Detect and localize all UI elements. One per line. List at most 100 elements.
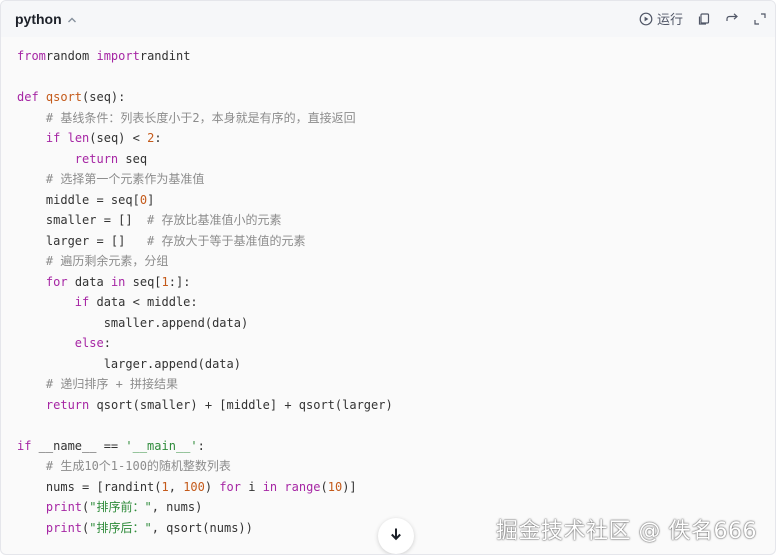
code-line: # 选择第一个元素作为基准值	[17, 169, 393, 190]
code-token: for	[219, 479, 242, 494]
code-line: if len(seq) < 2:	[17, 128, 393, 149]
code-token: (seq) <	[89, 131, 148, 145]
code-line: if __name__ == '__main__':	[17, 436, 393, 457]
code-token: 1	[161, 479, 169, 494]
code-token: for	[45, 274, 68, 289]
code-token: ]	[147, 192, 155, 207]
code-token: nums = [randint(	[17, 479, 162, 494]
arrow-return-icon	[725, 12, 739, 26]
insert-button[interactable]	[725, 12, 739, 26]
code-token: i	[241, 479, 263, 494]
code-token: return	[74, 151, 119, 166]
code-token: if	[74, 295, 90, 309]
code-token: "排序后："	[89, 520, 152, 535]
code-token: '__main__'	[125, 438, 198, 453]
code-line: fromrandom importrandint	[17, 46, 393, 67]
code-line: larger = [] # 存放大于等于基准值的元素	[17, 231, 393, 252]
watermark: 掘金技术社区 @ 佚名666	[496, 519, 757, 544]
code-token: in	[110, 274, 126, 289]
code-line: # 递归排序 + 拼接结果	[17, 374, 393, 395]
chevron-up-icon	[66, 13, 78, 25]
code-token: # 生成10个1-100的随机整数列表	[45, 459, 231, 473]
language-toggle[interactable]: python	[15, 11, 78, 27]
language-label: python	[15, 11, 62, 27]
code-token: qsort	[45, 90, 83, 104]
code-token: :]:	[168, 274, 191, 289]
code-line: return seq	[17, 149, 393, 170]
code-token: # 选择第一个元素作为基准值	[45, 172, 205, 186]
code-token: "排序前："	[89, 500, 152, 514]
code-token: if	[17, 438, 32, 453]
code-line: return qsort(smaller) + [middle] + qsort…	[17, 395, 393, 416]
run-button[interactable]: 运行	[639, 9, 683, 28]
code-token: )]	[342, 479, 357, 494]
code-token: :	[197, 438, 205, 453]
code-token: # 递归排序 + 拼接结果	[45, 377, 179, 391]
code-line: print("排序前：", nums)	[17, 497, 393, 518]
code-line: smaller.append(data)	[17, 313, 393, 334]
code-token: ,	[168, 479, 184, 494]
arrow-down-icon	[388, 526, 404, 547]
code-token: , nums)	[151, 500, 203, 514]
code-token: return	[45, 397, 90, 412]
code-line: if data < middle:	[17, 292, 393, 313]
code-token: seq	[118, 151, 148, 166]
code-token: # 存放大于等于基准值的元素	[147, 233, 306, 248]
code-token: (seq):	[82, 90, 126, 104]
code-token: , qsort(nums))	[151, 520, 253, 535]
code-token: data	[67, 274, 111, 289]
play-circle-icon	[639, 12, 653, 26]
code-token: :	[154, 131, 162, 145]
code-line: nums = [randint(1, 100) for i in range(1…	[17, 477, 393, 498]
code-token: smaller.append(data)	[17, 315, 249, 330]
expand-corner-icon	[753, 12, 767, 26]
scroll-down-button[interactable]	[378, 518, 414, 554]
copy-icon	[697, 12, 711, 26]
code-token: middle = seq[	[17, 192, 140, 207]
code-token: :	[103, 336, 111, 350]
code-token: from	[17, 49, 46, 63]
code-token: else	[74, 336, 104, 350]
code-token: __name__ ==	[31, 438, 126, 453]
code-token: def	[17, 90, 46, 104]
code-token: len	[67, 131, 90, 145]
code-content: fromrandom importrandint def qsort(seq):…	[17, 46, 393, 538]
code-token: # 存放比基准值小的元素	[147, 213, 282, 227]
code-line: # 基线条件：列表长度小于2，本身就是有序的，直接返回	[17, 108, 393, 129]
code-token: 0	[139, 192, 148, 207]
code-line: larger.append(data)	[17, 354, 393, 375]
code-line: # 生成10个1-100的随机整数列表	[17, 456, 393, 477]
code-token: range	[284, 479, 321, 494]
code-token: import	[96, 49, 140, 63]
code-line: for data in seq[1:]:	[17, 272, 393, 293]
copy-button[interactable]	[697, 12, 711, 26]
code-token: # 遍历剩余元素，分组	[45, 254, 169, 268]
code-token: )	[204, 479, 220, 494]
code-line: print("排序后：", qsort(nums))	[17, 518, 393, 539]
code-token: qsort(smaller) + [middle] + qsort(larger…	[89, 397, 393, 412]
run-label: 运行	[656, 12, 683, 27]
expand-button[interactable]	[753, 12, 767, 26]
code-block: python 运行 fromrandom importrandint def q…	[0, 0, 776, 555]
code-token: larger.append(data)	[17, 356, 241, 371]
code-token: 100	[183, 479, 205, 494]
code-token: seq[	[125, 274, 162, 289]
code-token: smaller = []	[17, 213, 148, 227]
code-line: else:	[17, 333, 393, 354]
code-token: 10	[327, 479, 343, 494]
code-token: random	[45, 49, 97, 63]
code-block-header: python 运行	[1, 1, 775, 37]
code-token: randint	[139, 49, 191, 63]
